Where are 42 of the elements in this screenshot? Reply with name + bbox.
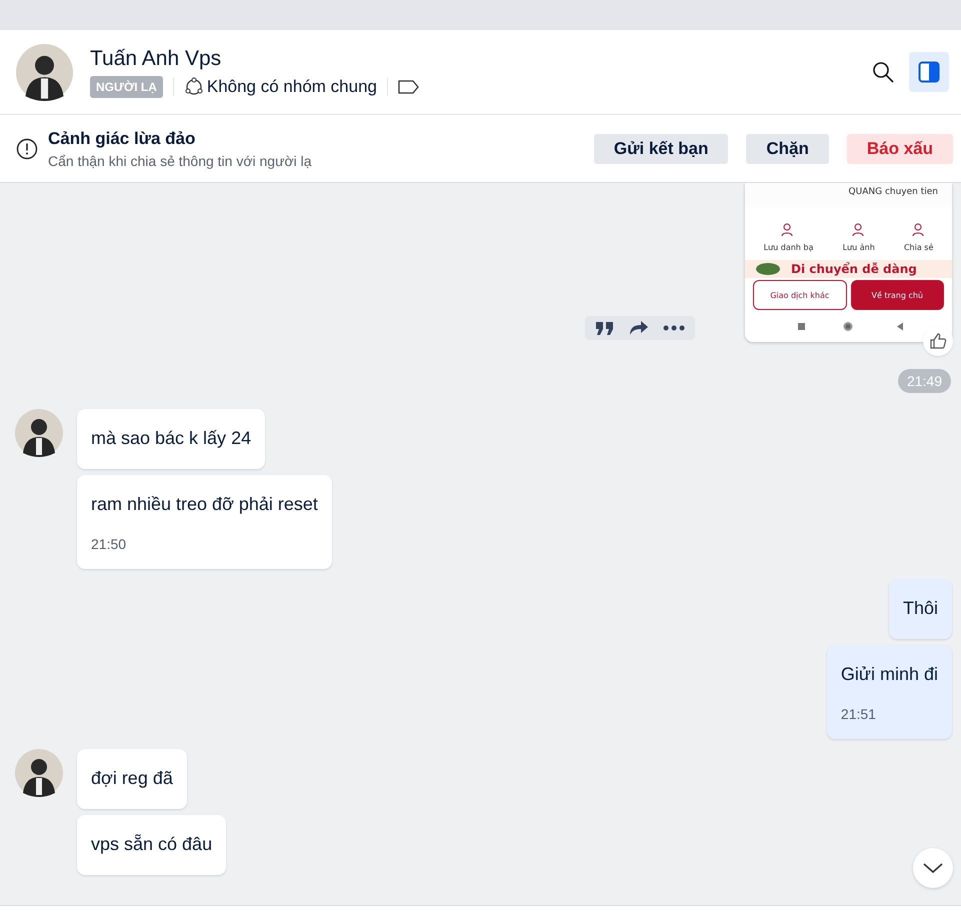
group-icon [184,76,204,96]
action-button[interactable]: Chặn [746,134,829,164]
tag-icon[interactable] [398,80,420,94]
side-panel-icon [918,61,940,83]
message-time: 21:51 [840,706,877,722]
action-label: Lưu danh bạ [764,243,814,252]
message-text: đợi reg đã [91,768,173,789]
app-button: Về trang chủ [850,280,944,310]
contact-name: Tuấn Anh Vps [90,46,222,70]
search-icon [872,61,894,83]
side-panel-button[interactable] [909,52,949,92]
thumbs-up-icon [929,332,947,350]
message-text: ram nhiều treo đỡ phải reset [91,494,318,515]
avatar-icon [16,44,73,100]
message-text: Giửi minh đi [840,664,938,685]
chevron-down-icon [922,862,944,874]
forward-icon[interactable] [629,320,649,336]
app-button: Giao dịch khác [753,280,846,310]
avatar-icon [15,409,63,457]
screenshot-image[interactable]: QUANG chuyen tien Lưu danh bạ Lưu ảnh Chia sẻ Di chuyển dễ dàng Giao dịch khác Về trang chủ [745,183,952,342]
common-groups-text: Không có nhóm chung [206,76,377,96]
avatar-icon [15,749,63,797]
report-button[interactable]: Báo xấu [846,134,953,164]
action-label: Lưu ảnh [842,243,875,252]
scroll-down-button[interactable] [913,848,953,888]
contact-icon [781,223,796,237]
action-button[interactable]: Gửi kết bạn [594,134,728,164]
more-icon[interactable] [663,325,685,331]
quote-icon[interactable] [595,320,615,336]
banner-text: Di chuyển dễ dàng [791,262,917,276]
message-text: mà sao bác k lấy 24 [91,428,252,449]
alert-subtitle: Cẩn thận khi chia sẻ thông tin với người lạ [48,152,313,168]
action-label: Chia sẻ [904,243,934,252]
alert-title: Cảnh giác lừa đảo [48,128,196,148]
warning-icon [16,138,38,160]
message-text: vps sẵn có đâu [91,834,212,855]
message-time: 21:50 [91,536,128,552]
stranger-tag: NGƯỜI LẠ [90,76,163,98]
transfer-caption: QUANG chuyen tien [745,183,952,207]
time-badge: 21:49 [898,369,951,393]
message-text: Thôi [902,598,938,619]
like-button[interactable] [923,326,953,356]
